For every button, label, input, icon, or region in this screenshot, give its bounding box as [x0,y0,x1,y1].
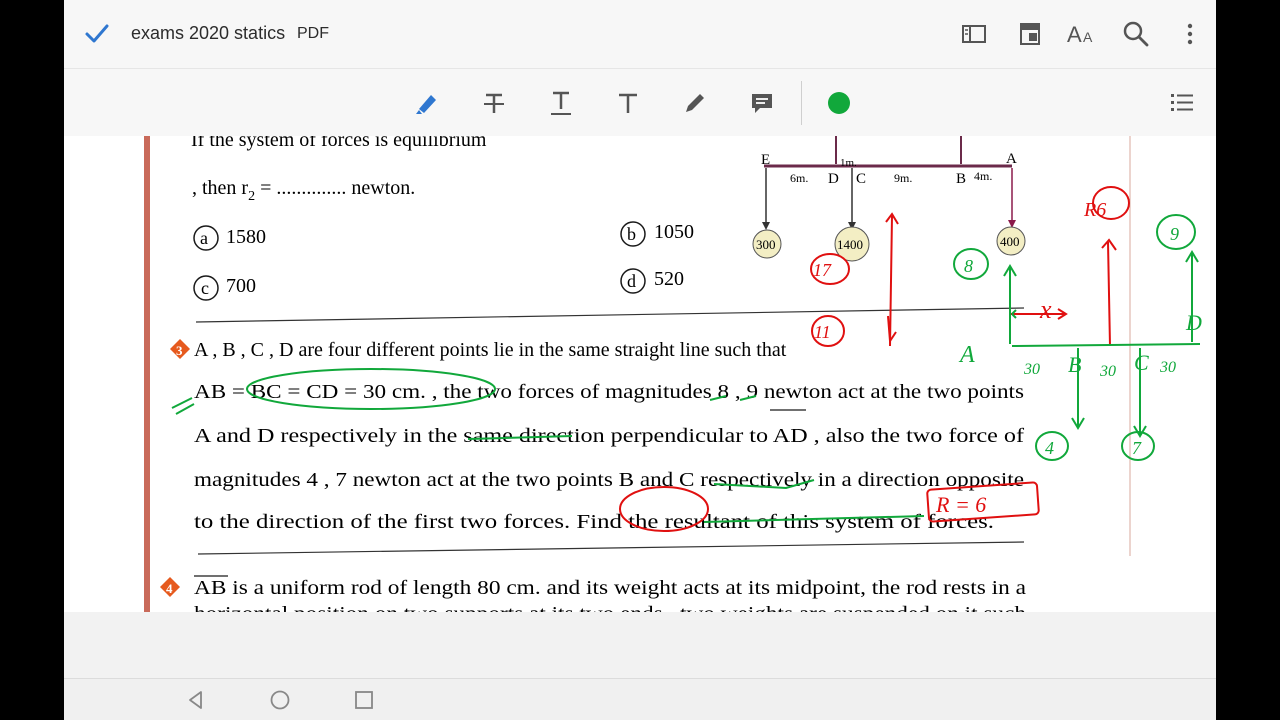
green-note-9: 9 [1170,224,1179,244]
red-note-r6: R6 [1083,199,1106,221]
q4-line-1: AB is a uniform rod of length 80 cm. and… [194,577,1026,599]
option-c[interactable]: c 700 [193,275,256,301]
option-b[interactable]: b 1050 [620,221,694,247]
option-c-letter: c [201,278,209,298]
back-icon[interactable] [185,689,207,711]
checkmark-icon[interactable] [84,20,110,46]
q2-subscript: 2 [248,189,255,204]
green-note-b: B [1068,352,1081,377]
option-a-value: 1580 [226,226,266,248]
recents-icon[interactable] [353,689,375,711]
green-note-a: A [958,342,975,368]
text-size-icon[interactable]: A A [1066,20,1098,48]
option-d[interactable]: d 520 [620,268,684,294]
color-dot-icon[interactable] [825,89,853,117]
toolbar-divider [801,81,802,125]
red-note-11: 11 [814,322,831,342]
label-c: C [856,171,866,187]
question-3: 3 A , B , C , D are four different point… [170,339,1024,533]
strikethrough-icon[interactable] [480,89,508,117]
label-e: E [761,152,770,168]
dim-6m: 6m. [790,171,808,185]
highlighter-icon[interactable] [413,89,441,117]
label-b: B [956,171,966,187]
comment-icon[interactable] [748,89,776,117]
red-note-17: 17 [813,260,832,280]
svg-text:, then r2 = .............. new: , then r2 = .............. newton. [192,177,415,204]
green-note-d: D [1185,310,1202,335]
q3-line-5: to the direction of the first two forces… [194,511,994,533]
green-note-4: 4 [1045,438,1054,458]
annotation-toolbar [64,68,1216,137]
document-title: exams 2020 statics [131,23,286,43]
q2-line1: If the system of forces is equilibrium [191,136,487,151]
weight-400: 400 [1000,234,1020,249]
q3-line-1: A , B , C , D are four different points … [194,339,787,361]
underline-icon[interactable] [547,89,575,117]
q4-line-2: horizontal position on two supports at i… [194,603,1026,612]
q4-number: 4 [166,581,173,596]
label-d: D [828,171,839,187]
more-vert-icon[interactable] [1176,20,1204,48]
green-note-8: 8 [964,256,973,276]
green-note-7: 7 [1132,438,1142,458]
green-note-30-3: 30 [1159,359,1176,376]
option-d-letter: d [627,271,636,291]
home-icon[interactable] [269,689,291,711]
pencil-icon[interactable] [681,89,709,117]
weight-300: 300 [756,237,776,252]
q3-line-2: AB = BC = CD = 30 cm. , the two forces o… [194,381,1024,403]
document-type: PDF [297,25,329,42]
app-bar: exams 2020 statics PDF A A [64,0,1216,68]
list-icon[interactable] [1168,89,1196,117]
question-4: 4 AB is a uniform rod of length 80 cm. a… [160,575,1026,612]
dim-1m: 1m. [840,157,857,169]
option-a[interactable]: a 1580 [193,225,266,251]
q2-line2-suffix: = .............. newton. [255,177,415,199]
red-note-result: R = 6 [935,492,986,517]
q3-number: 3 [176,343,183,358]
pdf-content: If the system of forces is equilibrium ,… [160,136,1202,612]
q2-line2-prefix: , then r [192,177,248,199]
rod-diagram: E D C B A 6m. 1m. 9m. 4m. 300 1400 400 [752,136,1026,262]
option-b-value: 1050 [654,221,694,243]
label-a: A [1006,151,1017,167]
green-note-30-2: 30 [1099,363,1116,380]
green-note-c: C [1134,350,1149,375]
option-b-letter: b [627,224,636,244]
green-note-30-1: 30 [1023,361,1040,378]
svg-text:A: A [1067,22,1082,47]
weight-1400: 1400 [837,237,863,252]
svg-text:A: A [1083,29,1093,45]
q3-line-4: magnitudes 4 , 7 newton act at the two p… [194,469,1024,491]
bookmark-icon[interactable] [1016,20,1044,48]
system-navbar [64,678,1216,720]
text-icon[interactable] [614,89,642,117]
panel-icon[interactable] [960,20,988,48]
dim-4m: 4m. [974,169,992,183]
q3-line-3: A and D respectively in the same directi… [194,425,1024,447]
option-c-value: 700 [226,275,256,297]
note-x: x [1039,295,1052,324]
pdf-page[interactable]: If the system of forces is equilibrium ,… [64,136,1216,612]
option-d-value: 520 [654,268,684,290]
pdf-viewer-screen: exams 2020 statics PDF A A If the system… [64,0,1216,720]
search-icon[interactable] [1122,20,1150,48]
option-a-letter: a [200,228,208,248]
dim-9m: 9m. [894,171,912,185]
